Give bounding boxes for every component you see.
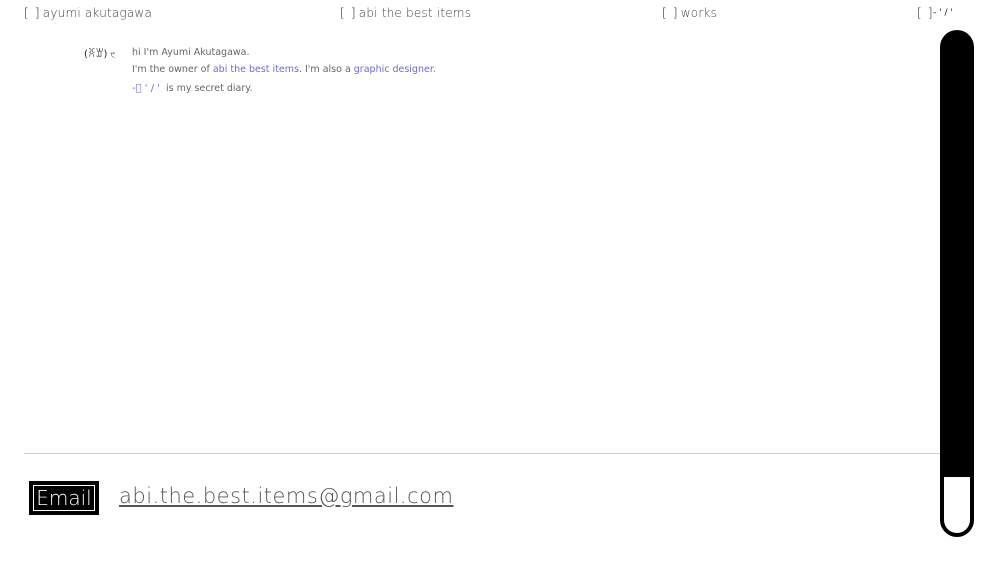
email-badge: Email xyxy=(29,481,99,515)
nav-label: works xyxy=(680,6,718,20)
nav-item-ayumi-akutagawa[interactable]: [] ayumi akutagawa xyxy=(24,6,152,20)
line3-text: is my secret diary. xyxy=(166,83,253,94)
kaomoji-face: (ꐦꑣ) ੯ xyxy=(84,47,115,60)
bracket-open: [ xyxy=(917,6,922,20)
top-nav: [] ayumi akutagawa [] abi the best items [… xyxy=(0,6,1000,24)
face-text: (ꐦꑣ) xyxy=(84,49,108,60)
intro-lines: hi I'm Ayumi Akutagawa. I'm the owner of… xyxy=(132,47,632,100)
intro-line-2: I'm the owner of abi the best items. I'm… xyxy=(132,64,632,81)
scrollbar-thumb[interactable] xyxy=(944,477,970,533)
corner-glyph: - ' / ' xyxy=(933,8,953,18)
graphic-designer-link[interactable]: graphic designer xyxy=(354,64,433,75)
nav-item-abi-the-best-items[interactable]: [] abi the best items xyxy=(340,6,471,20)
bracket-open: [ xyxy=(340,6,345,20)
line2-post: . xyxy=(432,64,436,75)
nav-label: ayumi akutagawa xyxy=(42,6,152,20)
bracket-close: ] xyxy=(350,6,356,20)
email-address-link[interactable]: abi.the.best.items@gmail.com xyxy=(119,484,453,508)
line2-mid: . I'm also a xyxy=(298,64,354,75)
face-mark: ੯ xyxy=(110,51,116,59)
bracket-close: ] xyxy=(34,6,40,20)
scrollbar[interactable] xyxy=(940,30,974,537)
intro-line-1: hi I'm Ayumi Akutagawa. xyxy=(132,47,250,58)
nav-label: abi the best items xyxy=(358,6,472,20)
scrollbar-track xyxy=(940,30,974,537)
footer-divider xyxy=(24,453,940,454)
bracket-close: ] xyxy=(672,6,678,20)
abi-the-best-items-link[interactable]: abi the best items xyxy=(213,64,299,75)
line2-pre: I'm the owner of xyxy=(132,64,213,75)
nav-item-works[interactable]: [] works xyxy=(662,6,717,20)
email-label: Email xyxy=(33,485,95,511)
intro-line-3: -ﾞ ' / ' is my secret diary. xyxy=(132,83,632,100)
secret-diary-link[interactable]: -ﾞ ' / ' xyxy=(132,83,160,94)
bracket-open: [ xyxy=(662,6,667,20)
bracket-open: [ xyxy=(24,6,29,20)
